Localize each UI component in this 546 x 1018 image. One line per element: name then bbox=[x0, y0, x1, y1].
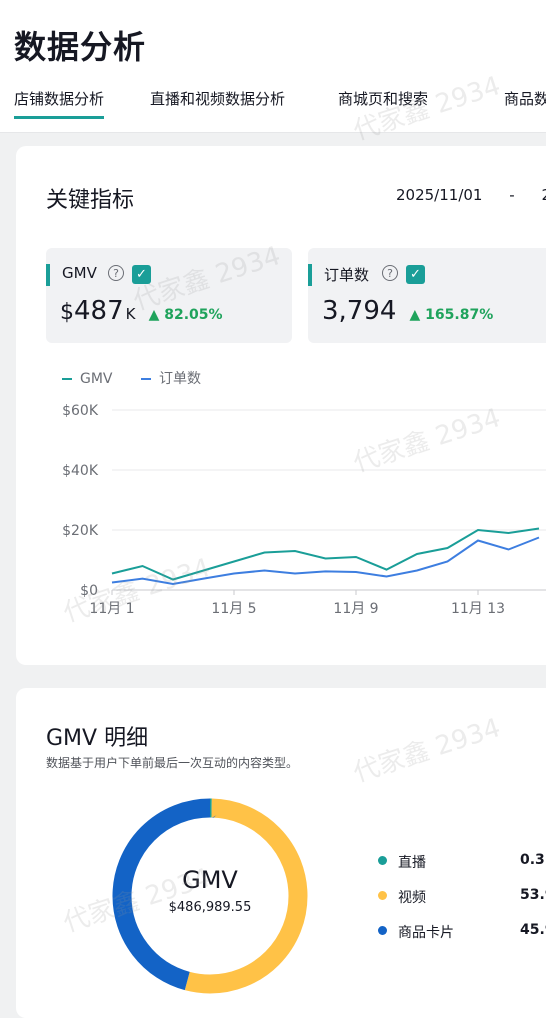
checkbox-checked-icon[interactable]: ✓ bbox=[406, 265, 425, 284]
metric-card-gmv[interactable]: GMV ? ✓ $487 K ▲ 82.05% bbox=[46, 248, 292, 343]
metric-card-orders[interactable]: 订单数 ? ✓ 3,794 ▲ 165.87% bbox=[308, 248, 546, 343]
metric-label: 订单数 bbox=[324, 266, 370, 284]
donut-total-value: $486,989.55 bbox=[168, 900, 252, 915]
breakdown-dot bbox=[378, 926, 387, 935]
breakdown-percent: 53.9 bbox=[520, 887, 546, 903]
gmv-detail-card: GMV 明细 数据基于用户下单前最后一次互动的内容类型。 GMV $486,98… bbox=[16, 688, 546, 1018]
up-arrow-icon: ▲ bbox=[409, 307, 426, 323]
x-tick-label: 11月 5 bbox=[211, 601, 256, 617]
currency-symbol: $ bbox=[60, 300, 74, 325]
metric-value: 3,794 ▲ 165.87% bbox=[322, 296, 493, 326]
legend-swatch bbox=[62, 378, 72, 380]
x-tick-label: 11月 13 bbox=[451, 601, 505, 617]
gmv-detail-title: GMV 明细 bbox=[46, 726, 149, 751]
trend-line-chart: $0 $20K $40K $60K 11月 1 11月 5 11月 9 11月 13 bbox=[62, 403, 546, 617]
date-end: 2 bbox=[541, 186, 546, 204]
help-icon[interactable]: ? bbox=[382, 265, 398, 281]
metric-number: 487 bbox=[74, 296, 124, 326]
tab-live-video-analysis[interactable]: 直播和视频数据分析 bbox=[150, 88, 285, 116]
y-tick-label: $60K bbox=[62, 403, 99, 419]
date-start: 2025/11/01 bbox=[396, 186, 483, 204]
date-range-picker[interactable]: 2025/11/01 - 2 bbox=[396, 186, 546, 204]
metric-unit: K bbox=[125, 305, 136, 323]
chart-legend: GMV 订单数 bbox=[62, 368, 225, 388]
metric-value: $487 K ▲ 82.05% bbox=[60, 296, 223, 326]
y-tick-label: $20K bbox=[62, 523, 99, 539]
checkbox-checked-icon[interactable]: ✓ bbox=[132, 265, 151, 284]
tab-product-data[interactable]: 商品数 bbox=[504, 88, 546, 116]
metric-accent-bar bbox=[46, 264, 50, 286]
breakdown-label: 直播 bbox=[398, 855, 426, 871]
key-metrics-card: 关键指标 2025/11/01 - 2 GMV ? ✓ $487K ▲ 82.0… bbox=[16, 146, 546, 665]
donut-center-label: GMV $486,989.55 bbox=[112, 866, 308, 915]
breakdown-dot bbox=[378, 891, 387, 900]
legend-item-gmv[interactable]: GMV bbox=[62, 371, 113, 387]
tab-store-analysis[interactable]: 店铺数据分析 bbox=[14, 88, 105, 119]
breakdown-dot bbox=[378, 856, 387, 865]
page-header: 数据分析 店铺数据分析 直播和视频数据分析 商城页和搜索 商品数 bbox=[0, 0, 546, 133]
x-tick-label: 11月 1 bbox=[89, 601, 134, 617]
y-tick-label: $40K bbox=[62, 463, 99, 479]
metric-label: GMV bbox=[62, 264, 97, 282]
y-tick-label: $0 bbox=[80, 583, 98, 599]
breakdown-label: 商品卡片 bbox=[398, 925, 454, 941]
legend-item-orders[interactable]: 订单数 bbox=[140, 368, 201, 388]
breakdown-percent: 0.3 bbox=[520, 852, 545, 868]
up-arrow-icon: ▲ bbox=[148, 307, 165, 323]
metric-delta: ▲ 82.05% bbox=[148, 307, 223, 323]
breakdown-label: 视频 bbox=[398, 890, 426, 906]
legend-swatch bbox=[140, 378, 151, 380]
metric-delta: ▲ 165.87% bbox=[409, 307, 494, 323]
help-icon[interactable]: ? bbox=[108, 265, 124, 281]
metric-accent-bar bbox=[308, 264, 312, 286]
metric-number: 3,794 bbox=[322, 296, 397, 326]
date-separator: - bbox=[509, 186, 515, 204]
donut-title: GMV bbox=[182, 866, 238, 894]
gmv-detail-subtitle: 数据基于用户下单前最后一次互动的内容类型。 bbox=[46, 756, 299, 770]
key-metrics-title: 关键指标 bbox=[46, 188, 135, 213]
tab-mall-search[interactable]: 商城页和搜索 bbox=[338, 88, 428, 116]
page-title: 数据分析 bbox=[14, 28, 147, 66]
breakdown-percent: 45.9 bbox=[520, 922, 546, 938]
series-line-orders bbox=[111, 536, 540, 586]
x-tick-label: 11月 9 bbox=[333, 601, 378, 617]
